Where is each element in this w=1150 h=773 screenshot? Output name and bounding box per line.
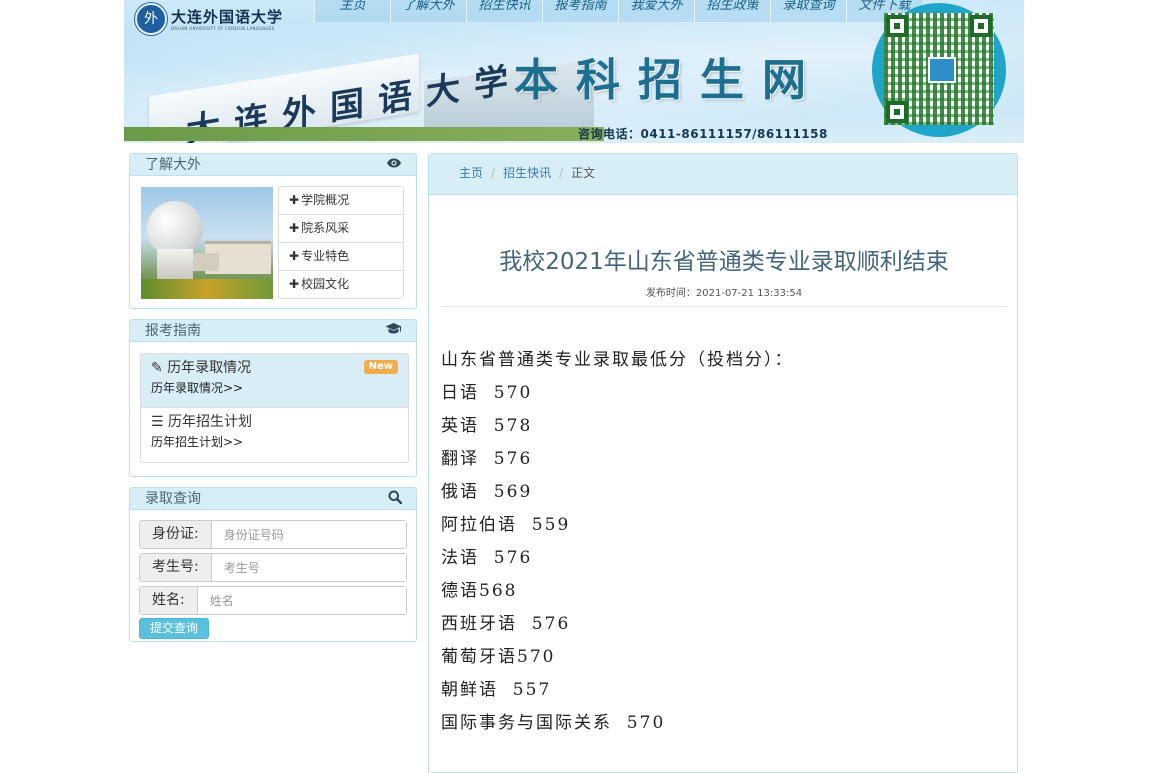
guide-panel-title: 报考指南: [145, 323, 201, 339]
id-card-input-group: 身份证:: [139, 520, 407, 549]
guide-list: ✎ 历年录取情况 历年录取情况>> New ☰ 历年招生计划 历年招生计划>>: [140, 353, 409, 463]
nav-query[interactable]: 录取查询: [770, 0, 846, 22]
about-panel-header: 了解大外: [130, 154, 416, 176]
submit-query-button[interactable]: 提交查询: [139, 618, 209, 639]
logo-chinese-name: 大连外国语大学: [171, 7, 284, 26]
article-line: 德语568: [441, 581, 518, 601]
plus-icon: ✚: [289, 277, 300, 291]
search-icon: [388, 490, 403, 509]
article-line: 翻译 576: [441, 449, 533, 469]
site-header-banner: 外 大连外国语大学 DALIAN UNIVERSITY OF FOREIGN L…: [124, 0, 1024, 143]
name-label: 姓名:: [140, 587, 198, 614]
article-panel: 主页 / 招生快讯 / 正文 我校2021年山东省普通类专业录取顺利结束 发布时间：20…: [428, 153, 1018, 773]
qr-code-icon: [884, 13, 994, 125]
article-line: 西班牙语 576: [441, 614, 571, 634]
about-link-majors[interactable]: ✚ 专业特色: [279, 243, 403, 271]
university-emblem-icon: 外: [135, 3, 167, 35]
qr-code-badge: [872, 3, 1006, 137]
divider: [441, 306, 1007, 307]
nav-home[interactable]: 主页: [314, 0, 390, 22]
article-line: 英语 578: [441, 416, 533, 436]
guide-item-link[interactable]: 历年招生计划>>: [151, 432, 398, 452]
nav-about[interactable]: 了解大外: [390, 0, 466, 22]
top-navigation: 主页 了解大外 招生快讯 报考指南 我爱大外 招生政策 录取查询 文件下载: [314, 0, 934, 22]
nav-news[interactable]: 招生快讯: [466, 0, 542, 22]
nav-guide[interactable]: 报考指南: [542, 0, 618, 22]
guide-item-enrollment-plan[interactable]: ☰ 历年招生计划 历年招生计划>>: [141, 408, 408, 462]
article-line: 日语 570: [441, 383, 533, 403]
new-badge: New: [363, 360, 398, 374]
guide-item-admission-history[interactable]: ✎ 历年录取情况 历年录取情况>> New: [141, 354, 408, 408]
about-link-culture[interactable]: ✚ 校园文化: [279, 271, 403, 298]
site-title: 本科招生网: [514, 55, 824, 106]
breadcrumb-home[interactable]: 主页: [459, 166, 483, 180]
breadcrumb-news[interactable]: 招生快讯: [503, 166, 551, 180]
list-icon: ☰: [151, 414, 164, 430]
id-card-input[interactable]: [211, 521, 406, 548]
logo-english-name: DALIAN UNIVERSITY OF FOREIGN LANGUAGES: [171, 25, 275, 31]
name-input[interactable]: [197, 587, 406, 614]
about-panel: 了解大外 ✚ 学院概况 ✚ 院系风采 ✚ 专业特色 ✚ 校园文化: [129, 153, 417, 309]
query-panel-header: 录取查询: [130, 488, 416, 510]
guide-panel: 报考指南 ✎ 历年录取情况 历年录取情况>> New ☰ 历年招生计划 历年招生…: [129, 319, 417, 477]
pencil-icon: ✎: [151, 360, 163, 376]
article-line: 法语 576: [441, 548, 533, 568]
article-line: 葡萄牙语570: [441, 647, 556, 667]
about-link-departments[interactable]: ✚ 院系风采: [279, 215, 403, 243]
article-line: 阿拉伯语 559: [441, 515, 571, 535]
article-content: 山东省普通类专业录取最低分（投档分）： 日语 570 英语 578 翻译 576…: [441, 344, 1001, 740]
article-line: 国际事务与国际关系 570: [441, 713, 666, 733]
nav-policy[interactable]: 招生政策: [694, 0, 770, 22]
plus-icon: ✚: [289, 193, 300, 207]
nav-love[interactable]: 我爱大外: [618, 0, 694, 22]
university-logo[interactable]: 外 大连外国语大学 DALIAN UNIVERSITY OF FOREIGN L…: [135, 2, 283, 36]
campus-photo: [141, 187, 273, 299]
graduation-cap-icon: [385, 322, 402, 340]
id-card-label: 身份证:: [140, 521, 212, 548]
guide-panel-header: 报考指南: [130, 320, 416, 342]
article-title: 我校2021年山东省普通类专业录取顺利结束: [499, 249, 949, 275]
article-publish-time: 发布时间：2021-07-21 13:33:54: [645, 288, 803, 299]
exam-number-input-group: 考生号:: [139, 553, 407, 582]
plus-icon: ✚: [289, 221, 300, 235]
about-panel-title: 了解大外: [145, 157, 201, 173]
plus-icon: ✚: [289, 249, 300, 263]
article-line: 山东省普通类专业录取最低分（投档分）：: [441, 350, 794, 370]
article-line: 朝鲜语 557: [441, 680, 552, 700]
breadcrumb: 主页 / 招生快讯 / 正文: [429, 154, 1017, 195]
eye-icon: [386, 156, 402, 174]
admission-query-panel: 录取查询 身份证: 考生号: 姓名: 提交查询: [129, 487, 417, 642]
exam-number-label: 考生号:: [140, 554, 212, 581]
article-line: 俄语 569: [441, 482, 533, 502]
breadcrumb-current: 正文: [571, 166, 596, 180]
about-links-list: ✚ 学院概况 ✚ 院系风采 ✚ 专业特色 ✚ 校园文化: [278, 186, 404, 299]
guide-item-link[interactable]: 历年录取情况>>: [151, 378, 398, 398]
exam-number-input[interactable]: [211, 554, 406, 581]
contact-phone: 咨询电话：0411-86111157/86111158: [578, 127, 828, 141]
name-input-group: 姓名:: [139, 586, 407, 615]
query-panel-title: 录取查询: [145, 491, 201, 507]
about-link-overview[interactable]: ✚ 学院概况: [279, 187, 403, 215]
